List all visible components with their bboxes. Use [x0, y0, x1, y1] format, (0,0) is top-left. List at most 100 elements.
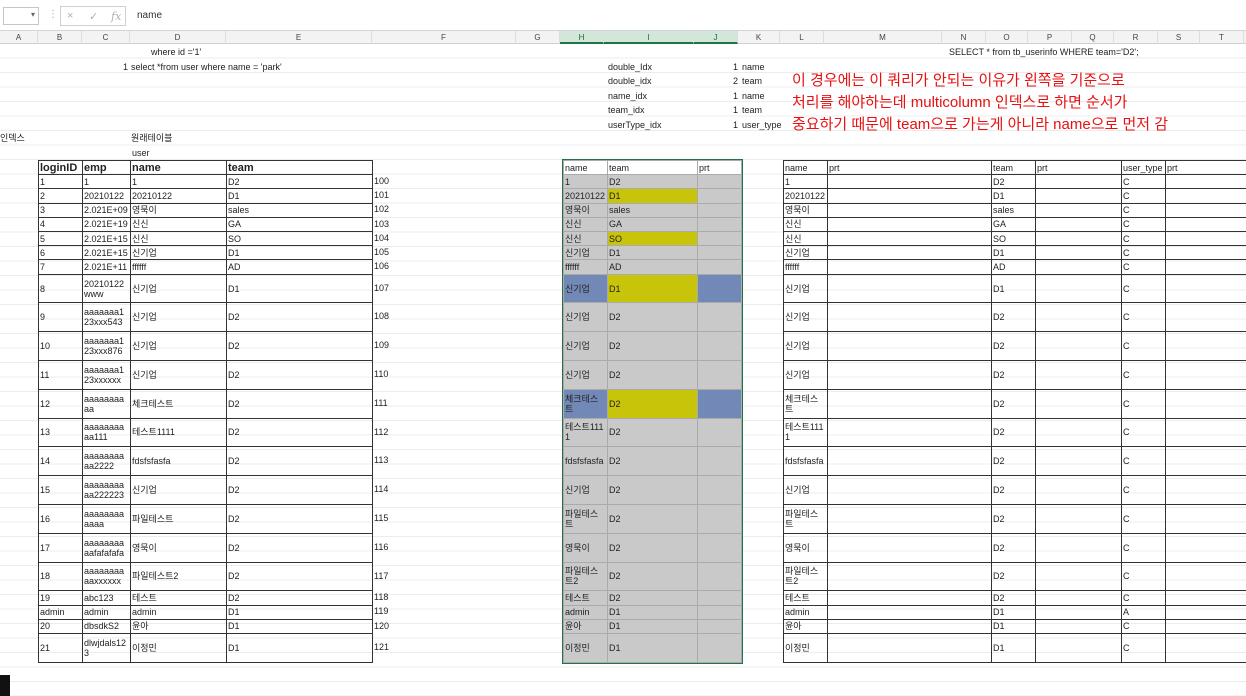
index-h-table-cell[interactable]: D2 [607, 446, 698, 477]
main-table-cell[interactable]: D1 [226, 188, 373, 204]
index-r-table-cell[interactable]: C [1121, 245, 1166, 261]
index-h-table-header[interactable]: name [563, 159, 608, 176]
main-table-cell[interactable]: abc123 [82, 590, 131, 606]
main-table-cell[interactable]: D1 [226, 273, 373, 304]
row-value-cell[interactable]: 119 [374, 606, 388, 617]
name-box-dropdown-icon[interactable]: ▾ [31, 10, 35, 19]
index-o-table-cell[interactable]: D1 [991, 632, 1036, 663]
index-o-table-cell[interactable]: D2 [991, 360, 1036, 390]
index-h-table-cell[interactable]: admin [563, 604, 608, 620]
main-table-cell[interactable]: aaaaaaaaaaaa [82, 503, 131, 534]
index-list-name[interactable]: double_idx [608, 76, 652, 87]
index-o-table-cell[interactable]: SO [991, 231, 1036, 247]
index-o-table-cell[interactable] [1035, 604, 1122, 620]
index-o-table-cell[interactable] [1035, 245, 1122, 261]
index-h-table-cell[interactable]: 테스트 [563, 590, 608, 606]
main-table-cell[interactable]: D2 [226, 446, 373, 477]
where-id-text[interactable]: where id ='1' [151, 47, 201, 58]
main-table-header[interactable]: emp [82, 159, 131, 176]
index-l-table-cell[interactable] [827, 475, 992, 505]
index-h-table-cell[interactable] [697, 331, 742, 361]
index-h-table-cell[interactable] [697, 388, 742, 419]
main-table-cell[interactable]: 19 [38, 590, 83, 606]
index-l-table-cell[interactable] [827, 202, 992, 218]
insert-function-icon[interactable]: fx [111, 10, 121, 23]
index-o-table-cell[interactable] [1035, 273, 1122, 304]
main-table-cell[interactable]: 20210122 [82, 188, 131, 204]
row-value-cell[interactable]: 109 [374, 340, 389, 351]
index-l-table-cell[interactable]: 영묵이 [783, 202, 828, 218]
index-l-table-cell[interactable]: 신신 [783, 216, 828, 233]
index-h-table-cell[interactable] [697, 632, 742, 663]
index-l-table-cell[interactable] [827, 618, 992, 634]
main-table-cell[interactable]: 3 [38, 202, 83, 218]
index-h-table-cell[interactable] [697, 202, 742, 218]
index-o-table-cell[interactable]: D2 [991, 532, 1036, 563]
index-h-table-cell[interactable]: D1 [607, 632, 698, 663]
row-value-cell[interactable]: 108 [374, 311, 389, 322]
index-h-table-cell[interactable]: 신기업 [563, 302, 608, 333]
main-table-cell[interactable]: D2 [226, 532, 373, 563]
index-o-table-cell[interactable]: D1 [991, 188, 1036, 204]
index-o-table-cell[interactable]: GA [991, 216, 1036, 233]
column-header-k[interactable]: K [738, 31, 780, 44]
main-table-cell[interactable]: aaaaaaaaaa [82, 388, 131, 419]
index-r-table-cell[interactable] [1165, 590, 1246, 606]
index-l-table-cell[interactable] [827, 216, 992, 233]
index-r-table-cell[interactable]: C [1121, 532, 1166, 563]
main-table-cell[interactable]: 윤아 [130, 618, 227, 634]
row-value-cell[interactable]: 114 [374, 484, 388, 495]
index-h-table-cell[interactable]: sales [607, 202, 698, 218]
index-h-table-cell[interactable]: 체크테스트 [563, 388, 608, 419]
main-table-cell[interactable]: 2.021E+11 [82, 259, 131, 275]
formula-input[interactable]: name [137, 10, 162, 21]
index-h-table-cell[interactable] [697, 503, 742, 534]
main-table-cell[interactable]: 20210122 [130, 188, 227, 204]
annotation-line-1[interactable]: 이 경우에는 이 쿼리가 안되는 이유가 왼쪽을 기준으로 [792, 70, 1125, 91]
index-h-table-cell[interactable]: D2 [607, 360, 698, 390]
index-h-table-cell[interactable]: D1 [607, 618, 698, 634]
column-header-g[interactable]: G [516, 31, 560, 44]
index-h-table-cell[interactable]: 신기업 [563, 331, 608, 361]
index-r-table-cell[interactable] [1165, 417, 1246, 448]
index-h-table-cell[interactable]: 신기업 [563, 475, 608, 505]
index-o-table-cell[interactable] [1035, 231, 1122, 247]
row-value-cell[interactable]: 107 [374, 283, 389, 294]
index-h-table-cell[interactable]: GA [607, 216, 698, 233]
main-table-cell[interactable]: 체크테스트 [130, 388, 227, 419]
index-h-table-cell[interactable]: D2 [607, 174, 698, 190]
index-o-table-cell[interactable]: D1 [991, 273, 1036, 304]
main-table-cell[interactable]: 2 [38, 188, 83, 204]
main-table-cell[interactable]: aaaaaaaaaa222223 [82, 475, 131, 505]
index-r-table-cell[interactable] [1165, 202, 1246, 218]
index-l-table-cell[interactable]: 이정민 [783, 632, 828, 663]
main-table-cell[interactable]: 신기업 [130, 273, 227, 304]
index-h-table-cell[interactable]: D1 [607, 188, 698, 204]
index-h-table-cell[interactable] [697, 417, 742, 448]
column-header-l[interactable]: L [780, 31, 824, 44]
index-r-table-cell[interactable]: C [1121, 475, 1166, 505]
main-table-cell[interactable]: 1 [82, 174, 131, 190]
index-o-table-cell[interactable]: D2 [991, 388, 1036, 419]
index-l-table-cell[interactable] [827, 231, 992, 247]
main-table-cell[interactable]: 12 [38, 388, 83, 419]
main-table-cell[interactable]: 이정민 [130, 632, 227, 663]
main-table-cell[interactable]: 영묵이 [130, 202, 227, 218]
index-l-table-header[interactable]: prt [827, 159, 992, 176]
index-l-table-cell[interactable]: 신기업 [783, 273, 828, 304]
column-header-p[interactable]: P [1028, 31, 1072, 44]
index-r-table-cell[interactable]: C [1121, 360, 1166, 390]
row-value-cell[interactable]: 102 [374, 204, 389, 215]
index-h-table-header[interactable]: prt [697, 159, 742, 176]
index-o-table-cell[interactable] [1035, 446, 1122, 477]
index-l-table-cell[interactable] [827, 360, 992, 390]
main-table-cell[interactable]: AD [226, 259, 373, 275]
index-h-table-cell[interactable] [697, 618, 742, 634]
main-table-cell[interactable]: 신기업 [130, 475, 227, 505]
index-r-table-cell[interactable]: C [1121, 216, 1166, 233]
index-o-table-cell[interactable] [1035, 216, 1122, 233]
index-r-table-cell[interactable]: C [1121, 417, 1166, 448]
index-l-table-cell[interactable]: ffffff [783, 259, 828, 275]
index-o-table-header[interactable]: team [991, 159, 1036, 176]
index-h-table-cell[interactable] [697, 174, 742, 190]
